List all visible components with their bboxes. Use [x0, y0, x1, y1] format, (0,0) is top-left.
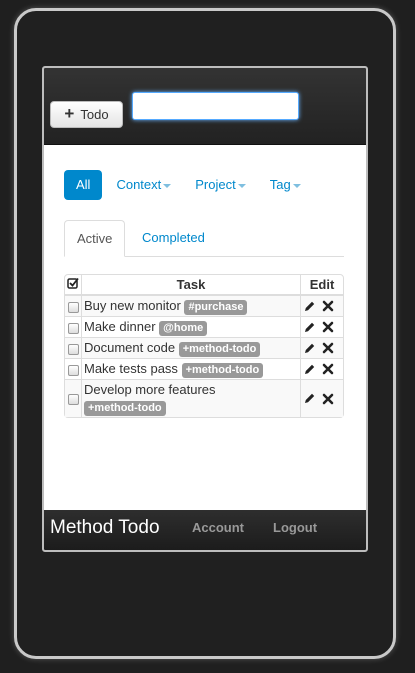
task-tag-badge[interactable]: +method-todo — [84, 400, 166, 416]
filter-context[interactable]: Context — [106, 170, 181, 200]
delete-x-icon[interactable] — [322, 393, 334, 405]
delete-x-icon[interactable] — [322, 363, 334, 375]
add-todo-button[interactable]: + Todo — [50, 101, 123, 128]
task-checkbox[interactable] — [67, 394, 79, 406]
edit-header: Edit — [300, 275, 343, 295]
filter-project[interactable]: Project — [185, 170, 255, 200]
pencil-icon[interactable] — [303, 392, 316, 405]
caret-down-icon — [163, 183, 172, 188]
delete-x-icon[interactable] — [322, 300, 334, 312]
table-row: Develop more features +method-todo — [65, 379, 343, 417]
pencil-icon[interactable] — [303, 363, 316, 376]
filter-pills: All Context Project Tag — [64, 170, 315, 200]
nav-logout-link[interactable]: Logout — [273, 520, 317, 535]
delete-x-icon[interactable] — [322, 321, 334, 333]
task-checkbox[interactable] — [67, 364, 79, 376]
table-row: Document code +method-todo — [65, 337, 343, 358]
task-checkbox[interactable] — [67, 322, 79, 334]
pencil-icon[interactable] — [303, 321, 316, 334]
filter-project-label: Project — [195, 177, 236, 192]
plus-icon: + — [64, 104, 75, 123]
todo-input[interactable] — [132, 92, 299, 120]
brand-title[interactable]: Method Todo — [50, 517, 160, 539]
delete-x-icon[interactable] — [322, 342, 334, 354]
status-tabs: Active Completed — [64, 220, 344, 257]
add-todo-label: Todo — [80, 107, 109, 122]
table-row: Make tests pass +method-todo — [65, 358, 343, 379]
check-square-icon — [67, 277, 79, 289]
task-table: Task Edit Buy new monitor #purchase Make… — [64, 274, 344, 418]
task-checkbox[interactable] — [67, 343, 79, 355]
task-text: Make tests pass — [84, 361, 178, 377]
task-tag-badge[interactable]: +method-todo — [178, 341, 261, 357]
task-header: Task — [82, 275, 300, 295]
caret-down-icon — [292, 183, 301, 188]
top-navbar: + Todo — [44, 68, 366, 145]
task-tag-badge[interactable]: @home — [159, 320, 208, 336]
table-row: Buy new monitor #purchase — [65, 295, 343, 316]
task-text: Document code — [84, 340, 176, 356]
bottom-navbar: Method Todo Account Logout — [44, 510, 366, 550]
filter-tag-label: Tag — [269, 177, 291, 192]
app-screen: + Todo All Context Project Tag Active Co… — [42, 66, 368, 552]
caret-down-icon — [237, 183, 246, 188]
task-text: Develop more features — [84, 382, 216, 398]
table-row: Make dinner @home — [65, 316, 343, 337]
filter-tag[interactable]: Tag — [260, 170, 311, 200]
nav-account-link[interactable]: Account — [192, 520, 244, 535]
task-text: Make dinner — [84, 319, 156, 335]
pencil-icon[interactable] — [303, 342, 316, 355]
tab-completed[interactable]: Completed — [130, 220, 217, 256]
select-all-header[interactable] — [65, 275, 82, 295]
task-checkbox[interactable] — [67, 301, 79, 313]
tab-active[interactable]: Active — [64, 220, 126, 257]
filter-context-label: Context — [116, 177, 162, 192]
task-tag-badge[interactable]: #purchase — [184, 299, 248, 315]
filter-all[interactable]: All — [64, 170, 103, 200]
task-text: Buy new monitor — [84, 298, 181, 314]
task-tag-badge[interactable]: +method-todo — [181, 362, 264, 378]
pencil-icon[interactable] — [303, 300, 316, 313]
